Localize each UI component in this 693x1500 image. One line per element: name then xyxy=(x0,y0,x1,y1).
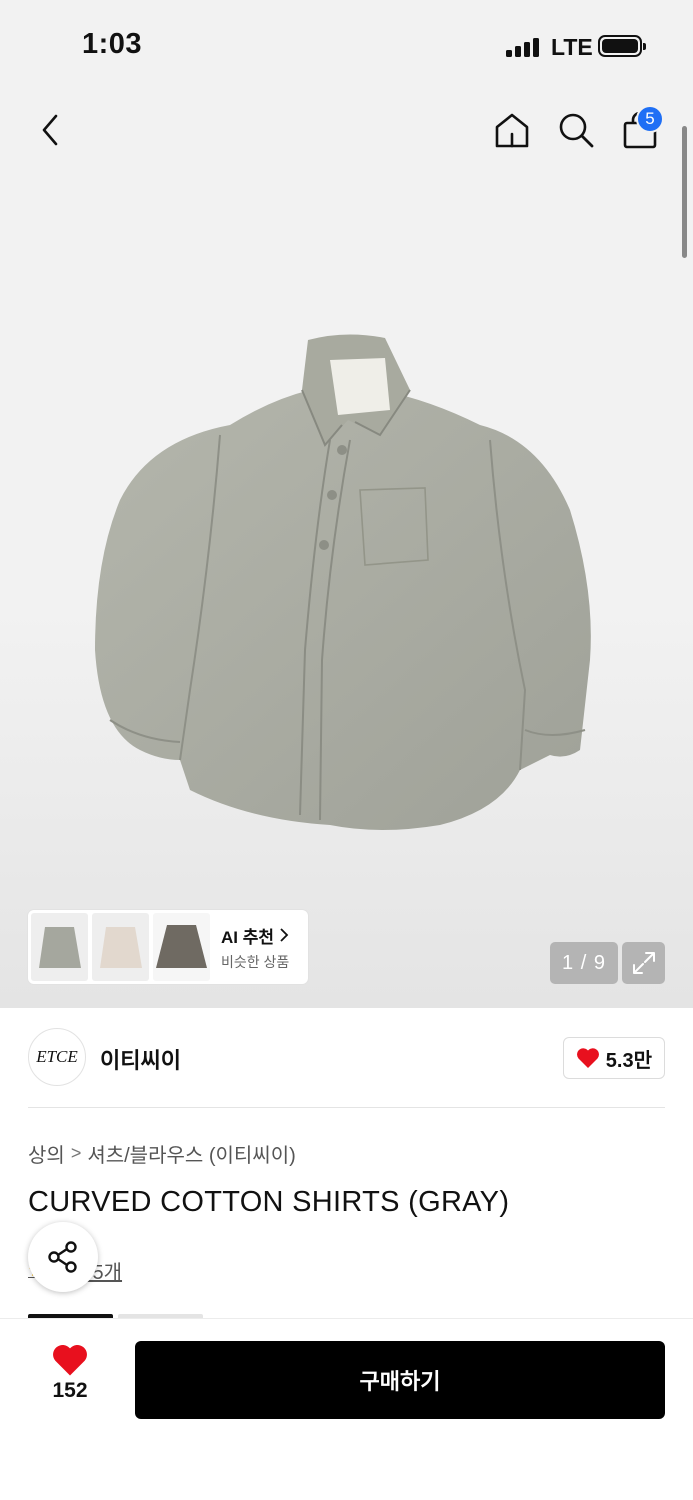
cart-count-badge: 5 xyxy=(636,105,664,133)
expand-button[interactable] xyxy=(622,942,665,984)
heart-icon xyxy=(53,1344,87,1376)
chevron-left-icon xyxy=(42,114,58,146)
ai-recommend-subtitle: 비슷한 상품 xyxy=(221,953,290,970)
ai-recommend-title-row: AI 추천 xyxy=(221,923,290,948)
recommend-thumb-2[interactable] xyxy=(92,913,149,981)
battery-icon xyxy=(598,35,646,57)
bottom-action-bar: 152 구매하기 xyxy=(0,1318,693,1500)
scroll-indicator xyxy=(682,126,687,258)
search-icon xyxy=(559,113,594,148)
status-bar: 1:03 LTE xyxy=(0,0,693,92)
brand-row[interactable]: ETCE 이티씨이 5.3만 xyxy=(28,1028,665,1086)
page-counter: 1 / 9 xyxy=(550,942,618,984)
status-time: 1:03 xyxy=(82,28,143,60)
ai-recommend-link[interactable]: AI 추천 비슷한 상품 xyxy=(221,923,290,972)
chevron-right-icon xyxy=(280,928,289,942)
breadcrumb-item-category[interactable]: 상의 xyxy=(28,1139,65,1168)
like-button[interactable]: 152 xyxy=(30,1343,110,1413)
expand-icon xyxy=(632,952,655,974)
search-button[interactable] xyxy=(554,108,598,152)
back-button[interactable] xyxy=(28,108,72,152)
like-count: 152 xyxy=(52,1379,88,1402)
brand-logo-text: ETCE xyxy=(36,1047,78,1066)
recommend-thumb-3[interactable] xyxy=(153,913,210,981)
ai-recommend-panel[interactable]: AI 추천 비슷한 상품 xyxy=(28,910,308,984)
share-icon xyxy=(48,1241,77,1273)
network-label: LTE xyxy=(551,34,593,60)
product-gallery[interactable]: 1:03 LTE 5 AI 추천 비슷한 상품 1 / 9 xyxy=(0,0,693,1008)
brand-like-count: 5.3만 xyxy=(605,1049,652,1072)
home-icon xyxy=(495,113,529,148)
home-button[interactable] xyxy=(490,108,534,152)
chevron-right-icon: > xyxy=(70,1143,82,1163)
brand-name[interactable]: 이티씨이 xyxy=(100,1043,181,1075)
breadcrumb: 상의 > 셔츠/블라우스 (이티씨이) xyxy=(28,1139,296,1168)
share-button[interactable] xyxy=(28,1222,98,1292)
brand-like-button[interactable]: 5.3만 xyxy=(562,1037,665,1079)
recommend-thumb-1[interactable] xyxy=(31,913,88,981)
buy-button[interactable]: 구매하기 xyxy=(135,1341,665,1419)
heart-icon xyxy=(576,1048,599,1068)
product-title: CURVED COTTON SHIRTS (GRAY) xyxy=(28,1186,510,1218)
divider xyxy=(28,1107,665,1108)
signal-icon xyxy=(506,37,539,57)
product-image-gray-shirt xyxy=(95,334,591,830)
brand-logo[interactable]: ETCE xyxy=(28,1028,86,1086)
ai-recommend-title: AI 추천 xyxy=(221,927,275,947)
breadcrumb-item-subcategory[interactable]: 셔츠/블라우스 (이티씨이) xyxy=(87,1139,295,1168)
